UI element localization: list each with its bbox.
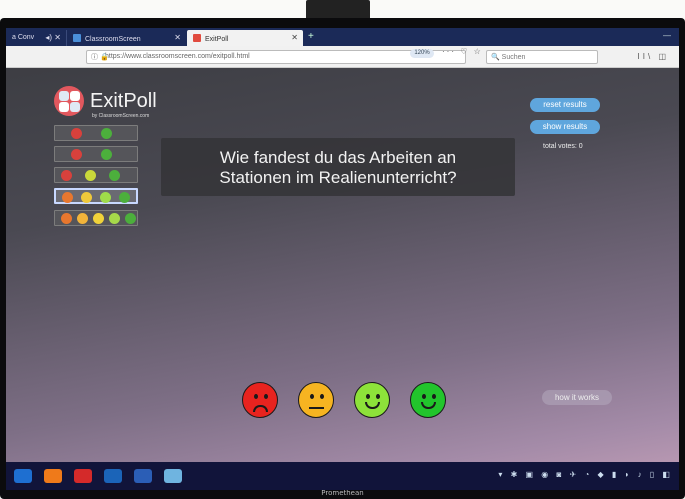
question-line: Stationen im Realienunterricht? — [219, 168, 457, 187]
very-sad-icon — [61, 213, 72, 224]
url-field[interactable]: ⓘ 🔒 https://www.classroomscreen.com/exit… — [86, 50, 466, 64]
eye — [366, 394, 370, 399]
address-toolbar: ⓘ 🔒 https://www.classroomscreen.com/exit… — [6, 46, 679, 68]
speaker-icon: ◂) ✕ — [45, 33, 61, 42]
happy-icon — [109, 170, 120, 181]
answer-type-option[interactable] — [54, 188, 138, 204]
answer-type-option[interactable] — [54, 125, 138, 141]
outlook-icon[interactable] — [100, 465, 126, 487]
answer-type-option[interactable] — [54, 167, 138, 183]
opera-icon[interactable] — [70, 465, 96, 487]
app-subtitle: by ClassroomScreen.com — [92, 113, 150, 119]
tab-exitpoll[interactable]: ExitPoll ✕ — [187, 30, 303, 46]
answer-type-option[interactable] — [54, 146, 138, 162]
eye — [376, 394, 380, 399]
explorer-icon[interactable] — [160, 465, 186, 487]
neutral-icon — [85, 170, 96, 181]
neutral-face-button[interactable] — [298, 382, 334, 418]
sad-icon — [71, 149, 82, 160]
word-icon-glyph — [134, 469, 152, 483]
library-icon[interactable]: II\ ◫ — [638, 52, 669, 61]
minimize-icon[interactable]: — — [663, 31, 671, 40]
mouth — [365, 402, 380, 409]
eye — [432, 394, 436, 399]
smile-icon — [100, 192, 111, 203]
taskbar: ▾ ✱ ▣ ◉ ◙ ✈ ◔ ◆ ▮ ◗ ♪ ▯ ◧ — [6, 462, 679, 490]
reset-results-button[interactable]: reset results — [530, 98, 600, 112]
outlook-icon-glyph — [104, 469, 122, 483]
tab-label: ExitPoll — [205, 36, 229, 43]
eye — [320, 394, 324, 399]
opera-icon-glyph — [74, 469, 92, 483]
question-text[interactable]: Wie fandest du das Arbeiten an Stationen… — [161, 148, 515, 188]
sad-icon — [62, 192, 73, 203]
eye — [422, 394, 426, 399]
show-results-button[interactable]: show results — [530, 120, 600, 134]
ie-icon-glyph — [14, 469, 32, 483]
eye — [254, 394, 258, 399]
logo-icon — [54, 86, 84, 116]
tab-classroomscreen[interactable]: ClassroomScreen ✕ — [66, 30, 186, 46]
word-icon[interactable] — [130, 465, 156, 487]
mouth — [421, 402, 436, 409]
question-line: Wie fandest du das Arbeiten an — [219, 148, 457, 167]
ie-icon[interactable] — [10, 465, 36, 487]
neutral-icon — [81, 192, 92, 203]
neutral-icon — [93, 213, 104, 224]
answer-type-option[interactable] — [54, 210, 138, 226]
cross-icon — [71, 128, 82, 139]
tab-label: ClassroomScreen — [85, 36, 141, 43]
grid-icon — [73, 34, 81, 42]
exitpoll-app: ExitPoll by ClassroomScreen.com Wie fand… — [6, 68, 679, 462]
check-icon — [101, 128, 112, 139]
tab-conv[interactable]: a Conv ◂) ✕ — [6, 30, 66, 46]
eye — [264, 394, 268, 399]
firefox-icon-glyph — [44, 469, 62, 483]
smile-face-button[interactable] — [354, 382, 390, 418]
close-icon[interactable]: ✕ — [291, 33, 298, 42]
exitpoll-icon — [193, 34, 201, 42]
app-title: ExitPoll — [90, 90, 157, 112]
tab-label: a Conv — [12, 34, 35, 41]
page-actions-icon[interactable]: ··· ♡ ☆ — [442, 47, 483, 56]
smile-icon — [109, 213, 120, 224]
happy-icon — [119, 192, 130, 203]
system-tray[interactable]: ▾ ✱ ▣ ◉ ◙ ✈ ◔ ◆ ▮ ◗ ♪ ▯ ◧ — [498, 470, 673, 479]
close-icon[interactable]: ✕ — [174, 33, 181, 42]
explorer-icon-glyph — [164, 469, 182, 483]
eye — [310, 394, 314, 399]
question-box[interactable]: Wie fandest du das Arbeiten an Stationen… — [161, 138, 515, 196]
sad-icon — [61, 170, 72, 181]
new-tab-button[interactable]: + — [308, 31, 314, 42]
happy-face-button[interactable] — [410, 382, 446, 418]
firefox-icon[interactable] — [40, 465, 66, 487]
sad-icon — [77, 213, 88, 224]
total-votes: total votes: 0 — [543, 143, 583, 150]
happy-icon — [101, 149, 112, 160]
search-placeholder: Suchen — [501, 54, 526, 61]
info-icon[interactable]: ⓘ 🔒 — [91, 52, 109, 62]
mouth — [309, 407, 324, 409]
happy-icon — [125, 213, 136, 224]
sad-face-button[interactable] — [242, 382, 278, 418]
how-it-works-button[interactable]: how it works — [542, 390, 612, 405]
zoom-indicator[interactable]: 120% — [410, 49, 434, 58]
search-field[interactable]: 🔍 Suchen — [486, 50, 598, 64]
mouth — [253, 405, 268, 412]
tab-bar: a Conv ◂) ✕ ClassroomScreen ✕ ExitPoll ✕… — [6, 28, 679, 46]
url-text: https://www.classroomscreen.com/exitpoll… — [105, 53, 250, 60]
screen: a Conv ◂) ✕ ClassroomScreen ✕ ExitPoll ✕… — [6, 28, 679, 490]
monitor-brand: Promethean — [321, 489, 364, 497]
